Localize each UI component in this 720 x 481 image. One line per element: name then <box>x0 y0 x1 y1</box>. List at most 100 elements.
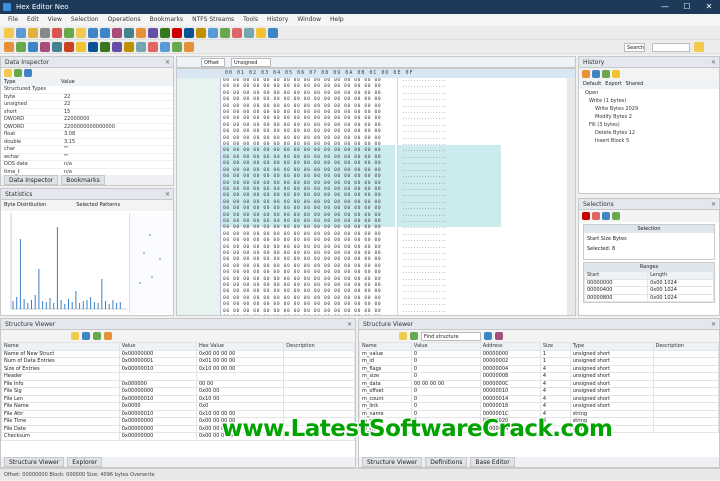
list-item[interactable]: DOS date n/a <box>1 161 173 169</box>
tab-explorer[interactable]: Explorer <box>67 457 103 467</box>
column-header[interactable]: Name <box>359 342 412 351</box>
paste-icon[interactable] <box>76 27 86 38</box>
settings-icon[interactable] <box>495 332 503 340</box>
replace-icon[interactable] <box>124 27 134 38</box>
copy-icon[interactable] <box>64 27 74 38</box>
find-structure-input[interactable]: Find structure <box>421 331 481 341</box>
table-row[interactable]: Name of New Struct 0x00000000 0x00 00 00 0… <box>1 349 355 358</box>
close-button[interactable]: ✕ <box>698 0 720 14</box>
close-icon[interactable]: ✕ <box>711 319 716 330</box>
tab-definitions[interactable]: Definitions <box>425 457 468 467</box>
table-row[interactable]: m_value 0 00000000 1 unsigned short <box>359 349 719 358</box>
search-icon[interactable] <box>694 42 704 52</box>
column-header[interactable]: Type <box>569 342 654 351</box>
open-icon[interactable] <box>4 69 12 77</box>
history-item[interactable]: Modify Bytes 2 <box>579 113 719 121</box>
star-icon[interactable] <box>612 70 620 78</box>
bookmark-icon[interactable] <box>136 27 146 38</box>
save-icon[interactable] <box>16 27 26 38</box>
offset-label[interactable]: Offset <box>201 58 225 67</box>
table-row[interactable]: Header <box>1 372 355 381</box>
column-header[interactable]: Size <box>539 342 571 351</box>
table-row[interactable]: 00000000 0x00 1024 <box>583 278 714 287</box>
list-item[interactable]: char "" <box>1 146 173 154</box>
insert-icon[interactable] <box>28 41 38 52</box>
undo-icon[interactable] <box>582 70 590 78</box>
table-row[interactable]: m_flags 0 00000004 4 unsigned short <box>359 364 719 373</box>
find-icon[interactable] <box>112 27 122 38</box>
list-item[interactable]: float 3.08 <box>1 131 173 139</box>
history-item[interactable]: Delete Bytes 12 <box>579 129 719 137</box>
tab-data-inspector[interactable]: Data Inspector <box>4 175 59 185</box>
table-row[interactable]: m_data 00 00 00 00 0000000C 4 unsigned short <box>359 379 719 388</box>
column-header[interactable]: Hex Value <box>195 342 285 351</box>
tab-default[interactable]: Default <box>583 80 601 89</box>
folder-icon[interactable] <box>28 27 38 38</box>
pattern-icon[interactable] <box>172 41 182 52</box>
fill-icon[interactable] <box>160 27 170 38</box>
unsigned-select[interactable]: Unsigned <box>231 58 271 67</box>
list-item[interactable]: Structured Types <box>1 86 173 94</box>
tab-shared[interactable]: Shared <box>626 80 644 89</box>
stats-icon[interactable] <box>160 41 170 52</box>
menu-ntfs-streams[interactable]: NTFS Streams <box>192 14 234 26</box>
list-item[interactable]: short 15 <box>1 109 173 116</box>
list-item[interactable]: unsigned 22 <box>1 101 173 109</box>
table-row[interactable]: m_offset 0 00000010 4 unsigned short <box>359 387 719 396</box>
column-header[interactable]: Value <box>410 342 481 351</box>
menu-selection[interactable]: Selection <box>71 14 99 26</box>
checksum-icon[interactable] <box>52 41 62 52</box>
add-icon[interactable] <box>602 212 610 220</box>
list-item[interactable]: QWORD 2200000000000000 <box>1 124 173 131</box>
history-icon[interactable] <box>100 41 110 52</box>
table-row[interactable]: File Info 0x000000 00 00 <box>1 379 355 388</box>
col-type[interactable]: Type <box>1 78 61 86</box>
menu-view[interactable]: View <box>48 14 62 26</box>
maximize-button[interactable]: ☐ <box>676 0 698 14</box>
open-icon[interactable] <box>4 27 14 38</box>
script-icon[interactable] <box>112 41 122 52</box>
redo-icon[interactable] <box>100 27 110 38</box>
window-icon[interactable] <box>244 27 254 38</box>
list-item[interactable]: DWORD 22000000 <box>1 116 173 124</box>
goto-icon[interactable] <box>148 27 158 38</box>
menu-window[interactable]: Window <box>297 14 321 26</box>
memory-icon[interactable] <box>136 41 146 52</box>
settings-icon[interactable] <box>24 69 32 77</box>
column-header[interactable]: Description <box>283 342 355 351</box>
close-icon[interactable]: ✕ <box>347 319 352 330</box>
check-icon[interactable] <box>612 212 620 220</box>
refresh-icon[interactable] <box>93 332 101 340</box>
col-value[interactable]: Value <box>61 78 75 86</box>
column-header[interactable]: Start <box>583 271 649 280</box>
expand-icon[interactable] <box>104 332 112 340</box>
history-item[interactable]: Fill (3 bytes) <box>579 121 719 129</box>
menu-file[interactable]: File <box>8 14 18 26</box>
undo-icon[interactable] <box>88 27 98 38</box>
highlight-icon[interactable] <box>76 41 86 52</box>
table-row[interactable]: Size of Entries 0x00000010 0x10 00 00 00 <box>1 364 355 373</box>
layout-icon[interactable] <box>184 41 194 52</box>
history-item[interactable]: Write (1 bytes) <box>579 97 719 105</box>
menu-history[interactable]: History <box>267 14 288 26</box>
vertical-scrollbar[interactable] <box>567 78 575 315</box>
menu-help[interactable]: Help <box>330 14 344 26</box>
tab-bookmarks[interactable]: Bookmarks <box>61 175 105 185</box>
open-icon[interactable] <box>71 332 79 340</box>
table-row[interactable]: 00000400 0x00 1024 <box>583 286 714 295</box>
column-header[interactable]: Value <box>118 342 197 351</box>
delete-icon[interactable] <box>172 27 182 38</box>
open-icon[interactable] <box>399 332 407 340</box>
encode-icon[interactable] <box>40 41 50 52</box>
tab-structure-viewer[interactable]: Structure Viewer <box>362 457 423 467</box>
search-input[interactable] <box>652 43 690 52</box>
filter-icon[interactable] <box>484 332 492 340</box>
column-header[interactable]: Description <box>652 342 719 351</box>
hex-grid[interactable]: 00 00 00 00 00 00 00 00 00 00 00 00 00 0… <box>221 78 395 315</box>
nav-icon[interactable] <box>181 58 191 67</box>
refresh-icon[interactable] <box>14 69 22 77</box>
column-header[interactable]: Name <box>1 342 120 351</box>
menu-bookmarks[interactable]: Bookmarks <box>150 14 184 26</box>
info-icon[interactable] <box>268 27 278 38</box>
refresh-icon[interactable] <box>220 27 230 38</box>
